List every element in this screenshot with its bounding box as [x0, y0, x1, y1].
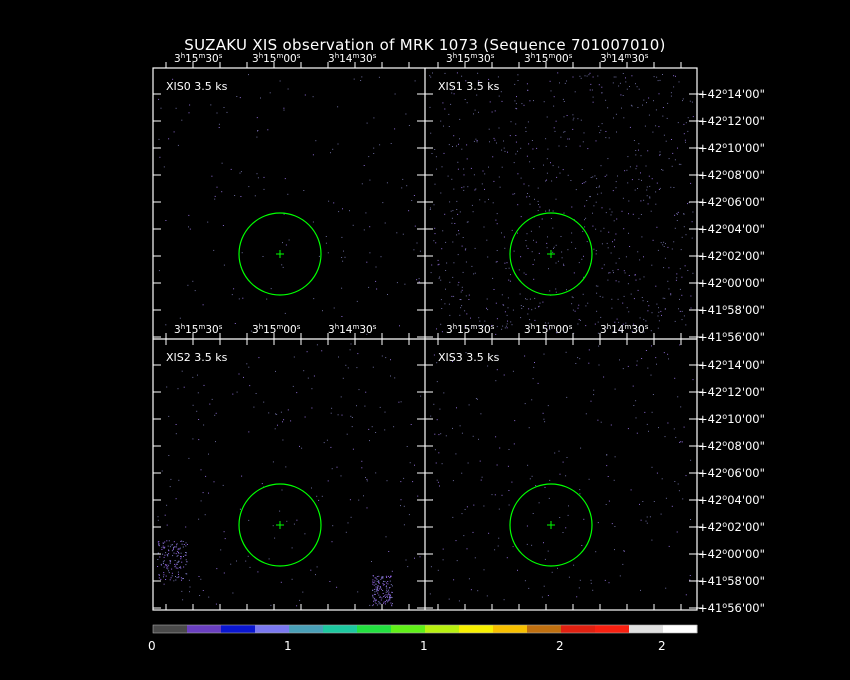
colorbar-tick-label: 2	[556, 639, 564, 653]
colorbar-segment	[629, 625, 664, 633]
colorbar-segment	[357, 625, 392, 633]
colorbar-segment	[459, 625, 494, 633]
colorbar-segment	[323, 625, 358, 633]
colorbar-segment	[153, 625, 188, 633]
axis-ticks	[153, 62, 703, 610]
colorbar-segment	[425, 625, 460, 633]
colorbar-segment	[663, 625, 698, 633]
colorbar-tick-label: 1	[420, 639, 428, 653]
colorbar-segment	[255, 625, 290, 633]
photon-events-0	[158, 74, 421, 335]
colorbar-tick-label: 2	[658, 639, 666, 653]
colorbar-segment	[561, 625, 596, 633]
photon-events-2	[157, 343, 422, 607]
colorbar-segment	[595, 625, 630, 633]
colorbar-segment	[221, 625, 256, 633]
xis-image-grid	[152, 62, 703, 634]
photon-events-3	[429, 344, 694, 602]
colorbar-segment	[391, 625, 426, 633]
colorbar-segment	[187, 625, 222, 633]
colorbar-tick-label: 1	[284, 639, 292, 653]
colorbar-tick-label: 0	[148, 639, 156, 653]
colorbar-segment	[527, 625, 562, 633]
photon-events-1	[429, 72, 694, 335]
colorbar-segment	[289, 625, 324, 633]
colorbar-segment	[493, 625, 528, 633]
